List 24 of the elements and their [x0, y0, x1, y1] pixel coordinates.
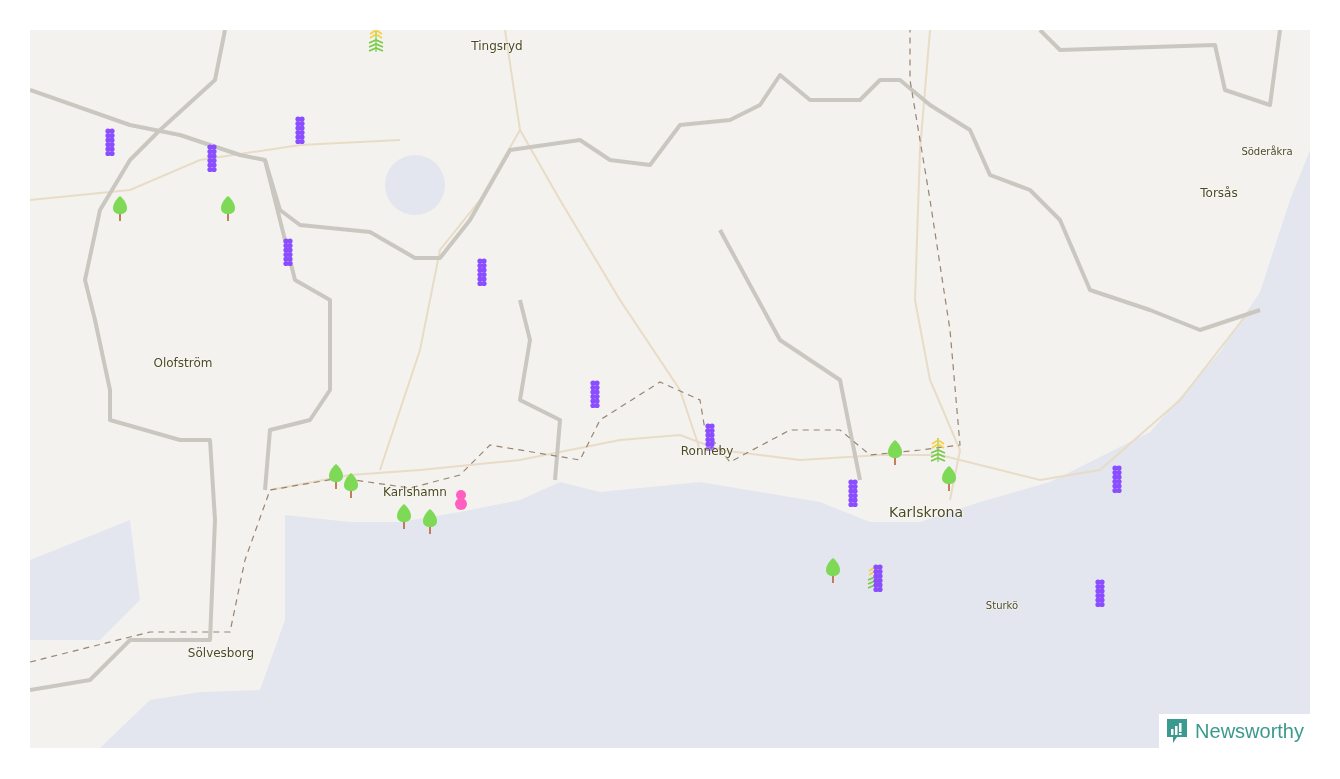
place-label: Olofström	[153, 356, 213, 370]
tree-icon[interactable]	[220, 195, 236, 221]
place-label: Sölvesborg	[187, 646, 255, 660]
place-label: Sturkö	[985, 599, 1019, 611]
place-label: Söderåkra	[1241, 145, 1293, 157]
place-label: Tingsryd	[471, 39, 523, 53]
plant-icon[interactable]	[929, 436, 947, 464]
double-circle-icon[interactable]	[454, 489, 468, 511]
tree-icon[interactable]	[422, 508, 438, 534]
tree-icon[interactable]	[941, 465, 957, 491]
place-label: Karlskrona	[889, 504, 963, 520]
tree-icon[interactable]	[328, 463, 344, 489]
tree-icon[interactable]	[825, 557, 841, 583]
place-label: Karlshamn	[383, 485, 447, 499]
tree-icon[interactable]	[396, 503, 412, 529]
brand-name: Newsworthy	[1195, 719, 1304, 743]
tree-icon[interactable]	[343, 472, 359, 498]
tree-icon[interactable]	[887, 439, 903, 465]
logo-icon	[1165, 717, 1190, 745]
tree-icon[interactable]	[112, 195, 128, 221]
place-label: Ronneby	[680, 444, 734, 458]
plant-icon[interactable]	[866, 563, 886, 593]
place-label: Torsås	[1200, 186, 1238, 200]
plant-icon[interactable]	[367, 30, 385, 54]
